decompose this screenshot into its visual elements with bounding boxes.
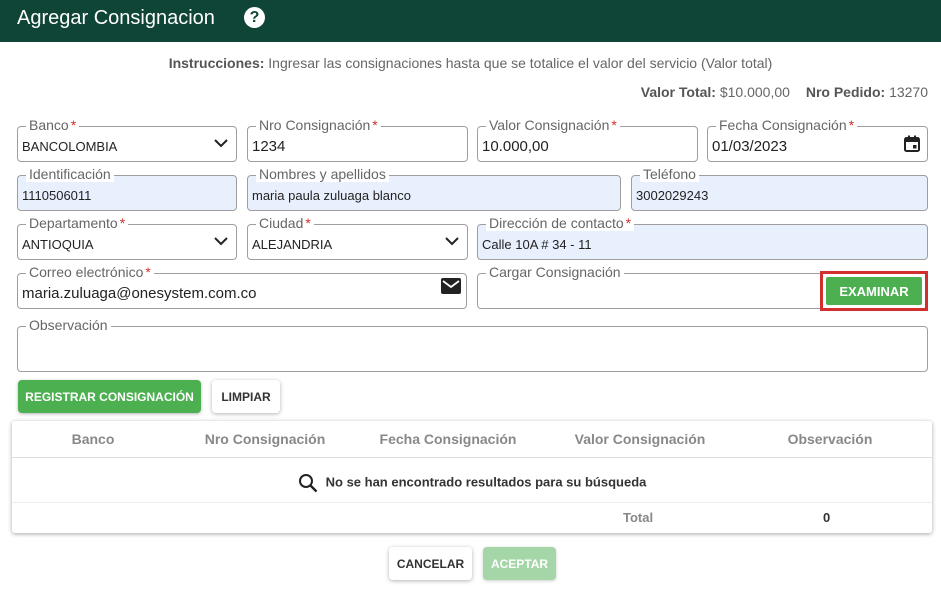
consignaciones-table: Banco Nro Consignación Fecha Consignació… [12,421,932,533]
telefono-value: 3002029243 [636,188,709,203]
ciudad-value: ALEJANDRIA [252,237,333,252]
banco-value: BANCOLOMBIA [22,139,118,154]
direccion-label: Dirección de contacto [489,215,624,231]
correo-value: maria.zuluaga@onesystem.com.co [22,285,257,302]
telefono-input[interactable]: Teléfono 3002029243 [631,166,928,211]
required-mark: * [305,215,311,231]
nombres-value: maria paula zuluaga blanco [252,188,411,203]
correo-input[interactable]: Correo electrónico * maria.zuluaga@onesys… [17,264,467,309]
correo-label: Correo electrónico [29,264,144,280]
nro-consignacion-input[interactable]: Nro Consignación * 1234 [247,117,468,162]
required-mark: * [848,117,855,133]
nro-consignacion-value: 1234 [252,138,286,155]
dialog-title: Agregar Consignacion [17,7,215,29]
banco-label: Banco [29,117,69,133]
column-header-valor-consignacion[interactable]: Valor Consignación [560,431,720,447]
envelope-icon [441,278,461,294]
banco-select[interactable]: Banco * BANCOLOMBIA [17,117,237,162]
valor-consignacion-input[interactable]: Valor Consignación * 10.000,00 [477,117,698,162]
nro-pedido-label: Nro Pedido: [805,84,886,100]
valor-total-label: Valor Total: [640,84,716,100]
calendar-icon[interactable] [903,135,921,153]
departamento-value: ANTIOQUIA [22,237,94,252]
required-mark: * [625,215,632,231]
search-icon [298,474,317,493]
observacion-label: Observación [26,317,111,333]
fecha-consignacion-value: 01/03/2023 [712,138,788,155]
observacion-input[interactable]: Observación [17,317,928,372]
table-total-value: 0 [823,510,831,525]
telefono-label: Teléfono [640,166,699,182]
identificacion-input[interactable]: Identificación 1110506011 [17,166,237,211]
instructions: Instrucciones: Ingresar las consignacion… [0,55,941,71]
departamento-select[interactable]: Departamento * ANTIOQUIA [17,215,237,260]
nombres-label: Nombres y apellidos [256,166,389,182]
table-row-divider [12,502,932,503]
valor-consignacion-label: Valor Consignación [489,117,610,133]
empty-results: No se han encontrado resultados para su … [12,473,932,493]
fecha-consignacion-label: Fecha Consignación [719,117,847,133]
fecha-consignacion-input[interactable]: Fecha Consignación * 01/03/2023 [707,117,928,162]
chevron-down-icon [214,237,228,246]
dialog-header: Agregar Consignacion ? [0,0,941,42]
instructions-label: Instrucciones: [168,55,265,71]
column-header-observacion[interactable]: Observación [770,431,890,447]
identificacion-value: 1110506011 [22,188,92,203]
limpiar-button[interactable]: LIMPIAR [212,380,280,413]
required-mark: * [70,117,77,133]
nro-consignacion-label: Nro Consignación [259,117,371,133]
empty-results-message: No se han encontrado resultados para su … [325,474,647,490]
direccion-input[interactable]: Dirección de contacto * Calle 10A # 34 - … [477,215,928,260]
valor-consignacion-value: 10.000,00 [482,138,549,155]
examinar-highlight: EXAMINAR [820,271,928,311]
chevron-down-icon [445,237,459,246]
table-total-label: Total [623,510,654,525]
valor-total-value: $10.000,00 [719,84,790,100]
cargar-consignacion-label: Cargar Consignación [486,264,624,280]
departamento-label: Departamento [29,215,118,231]
column-header-fecha-consignacion[interactable]: Fecha Consignación [368,431,528,447]
totals-summary: Valor Total: $10.000,00 Nro Pedido: 1327… [635,84,928,100]
required-mark: * [611,117,617,133]
table-header-divider [12,457,932,458]
ciudad-label: Ciudad [259,215,304,231]
registrar-consignacion-button[interactable]: REGISTRAR CONSIGNACIÓN [18,380,201,413]
aceptar-button[interactable]: ACEPTAR [483,547,556,580]
direccion-value: Calle 10A # 34 - 11 [482,237,592,252]
required-mark: * [372,117,378,133]
identificacion-label: Identificación [26,166,114,182]
required-mark: * [145,264,151,280]
nro-pedido-value: 13270 [889,84,928,100]
ciudad-select[interactable]: Ciudad * ALEJANDRIA [247,215,468,260]
column-header-nro-consignacion[interactable]: Nro Consignación [195,431,335,447]
chevron-down-icon [214,139,228,148]
instructions-text: Ingresar las consignaciones hasta que se… [268,55,773,71]
examinar-button[interactable]: EXAMINAR [826,277,922,305]
required-mark: * [119,215,126,231]
cancelar-button[interactable]: CANCELAR [389,547,472,580]
help-icon[interactable]: ? [244,7,265,28]
nombres-input[interactable]: Nombres y apellidos maria paula zuluaga … [247,166,621,211]
column-header-banco[interactable]: Banco [53,431,133,447]
